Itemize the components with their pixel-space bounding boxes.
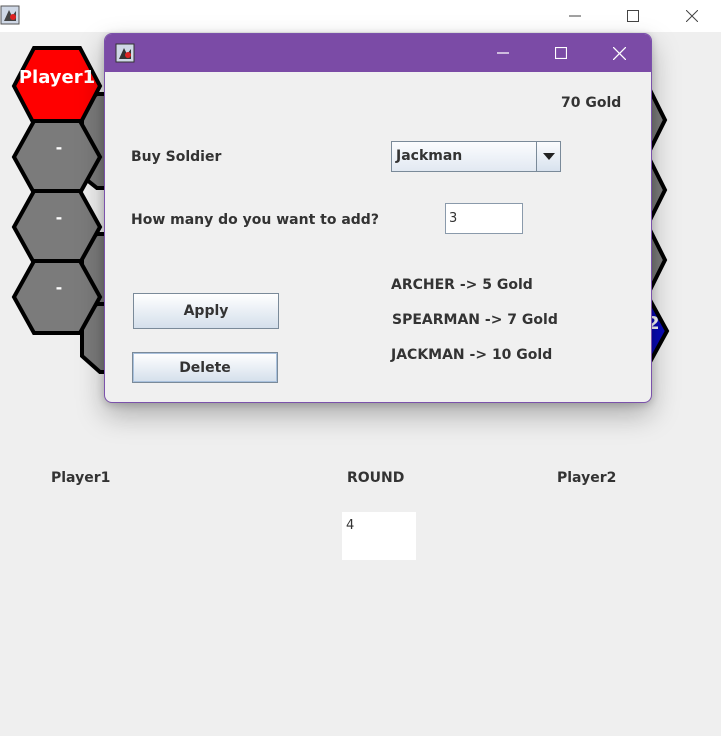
price-spearman: SPEARMAN -> 7 Gold	[392, 312, 558, 328]
dialog-close-button[interactable]	[590, 34, 648, 72]
hex-label-empty: -	[56, 208, 63, 227]
close-icon	[686, 10, 698, 22]
dialog-titlebar[interactable]	[105, 34, 651, 72]
minimize-button[interactable]	[546, 0, 604, 32]
soldier-select-value: Jackman	[396, 148, 463, 164]
hex-cell[interactable]	[11, 119, 103, 195]
hex-cell[interactable]	[11, 189, 103, 265]
minimize-icon	[497, 52, 509, 54]
gold-amount: 70 Gold	[561, 95, 622, 111]
price-archer: ARCHER -> 5 Gold	[391, 277, 533, 293]
close-icon	[612, 46, 626, 60]
buy-soldier-dialog: 70 Gold Buy Soldier Jackman How many do …	[104, 33, 652, 403]
hex-label-empty: -	[56, 138, 63, 157]
dropdown-button[interactable]	[536, 142, 560, 171]
dropdown-arrow-icon	[542, 153, 555, 160]
dialog-minimize-button[interactable]	[474, 34, 532, 72]
minimize-icon	[569, 15, 581, 17]
hex-cell[interactable]	[11, 259, 103, 335]
maximize-icon	[627, 10, 639, 22]
player1-label: Player1	[51, 470, 111, 486]
player2-label: Player2	[557, 470, 617, 486]
round-value: 4	[342, 512, 416, 560]
count-label: How many do you want to add?	[131, 212, 379, 228]
hex-label-empty: -	[56, 278, 63, 297]
delete-button[interactable]: Delete	[132, 352, 278, 383]
main-titlebar	[0, 0, 721, 32]
price-jackman: JACKMAN -> 10 Gold	[391, 347, 553, 363]
round-label: ROUND	[347, 470, 405, 486]
close-button[interactable]	[663, 0, 721, 32]
dialog-maximize-button[interactable]	[532, 34, 590, 72]
maximize-button[interactable]	[604, 0, 662, 32]
hex-label-player1: Player1	[19, 67, 95, 88]
soldier-select[interactable]: Jackman	[391, 141, 561, 172]
maximize-icon	[555, 47, 567, 59]
app-icon	[0, 5, 20, 25]
buy-soldier-label: Buy Soldier	[131, 149, 222, 165]
app-icon	[115, 43, 135, 63]
count-input[interactable]	[445, 203, 523, 234]
apply-button[interactable]: Apply	[133, 293, 279, 329]
